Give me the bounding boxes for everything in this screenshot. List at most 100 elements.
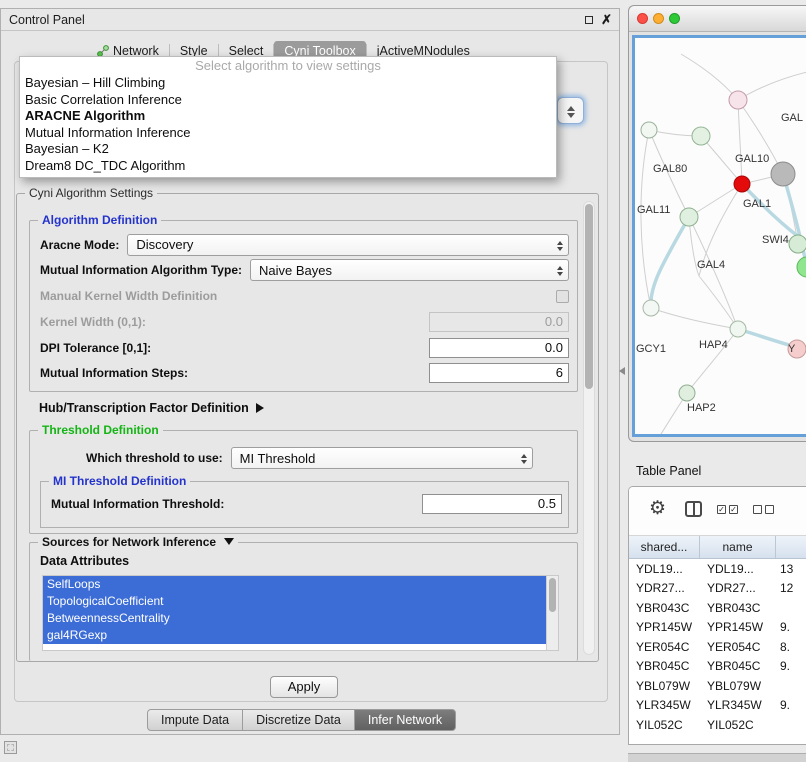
cell: YER054C	[629, 640, 700, 654]
dropdown-option[interactable]: Mutual Information Inference	[20, 125, 556, 142]
network-edge[interactable]	[681, 54, 738, 100]
dropdown-option[interactable]: Bayesian – K2	[20, 141, 556, 158]
network-node[interactable]	[692, 127, 710, 145]
mi-type-select[interactable]: Naive Bayes	[250, 259, 569, 281]
tab-impute-data[interactable]: Impute Data	[147, 709, 243, 731]
bottom-panel-strip	[628, 753, 806, 762]
network-edge[interactable]	[738, 72, 806, 100]
network-edge[interactable]	[641, 130, 651, 308]
network-node[interactable]	[641, 122, 657, 138]
mi-steps-field[interactable]: 6	[429, 363, 569, 383]
which-threshold-label: Which threshold to use:	[86, 451, 223, 465]
dpi-tolerance-field[interactable]: 0.0	[429, 338, 569, 358]
network-edge[interactable]	[651, 217, 689, 308]
network-edge[interactable]	[651, 308, 738, 329]
network-edge[interactable]	[647, 393, 687, 437]
float-window-icon[interactable]	[585, 16, 593, 24]
tab-discretize-data[interactable]: Discretize Data	[242, 709, 355, 731]
gear-icon[interactable]: ⚙	[649, 497, 666, 520]
network-edge[interactable]	[699, 276, 738, 329]
settings-scrollbar[interactable]	[583, 201, 595, 655]
network-canvas[interactable]: GAL80 GAL10 GAL11 GAL1 SWI4 GAL4 GCY1 HA…	[632, 35, 806, 437]
dropdown-option[interactable]: Basic Correlation Inference	[20, 92, 556, 109]
column-header-name[interactable]: name	[700, 536, 776, 558]
manual-kernel-checkbox[interactable]	[556, 290, 569, 303]
network-window-titlebar[interactable]	[629, 6, 806, 32]
data-attributes-list[interactable]: SelfLoops TopologicalCoefficient Between…	[42, 575, 559, 651]
node-label: HAP2	[687, 402, 716, 414]
node-label: Y	[788, 343, 796, 355]
list-scrollbar[interactable]	[546, 576, 558, 650]
dropdown-option[interactable]: Bayesian – Hill Climbing	[20, 75, 556, 92]
network-edge[interactable]	[689, 217, 738, 329]
table-row[interactable]: YDL19...YDL19...13	[629, 559, 806, 579]
select-all-checkboxes-icon[interactable]: ✓ ✓	[717, 505, 738, 514]
table-row[interactable]: YIL052CYIL052C	[629, 715, 806, 735]
apply-button[interactable]: Apply	[270, 676, 338, 698]
dropdown-option[interactable]: Dream8 DC_TDC Algorithm	[20, 158, 556, 175]
table-row[interactable]: YLR345WYLR345W9.	[629, 696, 806, 716]
node-label: HAP4	[699, 339, 728, 351]
table-row[interactable]: YBR045CYBR045C9.	[629, 657, 806, 677]
table-panel-title: Table Panel	[636, 464, 701, 478]
network-edge[interactable]	[738, 100, 742, 184]
list-item[interactable]: BetweennessCentrality	[43, 610, 546, 627]
network-node[interactable]	[789, 235, 806, 253]
list-item[interactable]: TopologicalCoefficient	[43, 593, 546, 610]
network-node[interactable]	[643, 300, 659, 316]
columns-icon[interactable]	[685, 501, 702, 517]
cell: YDR27...	[700, 581, 776, 595]
table-row[interactable]: YPR145WYPR145W9.	[629, 618, 806, 638]
network-node-red[interactable]	[734, 176, 750, 192]
dropdown-option-aracne[interactable]: ARACNE Algorithm	[20, 108, 556, 125]
cell: YPR145W	[700, 620, 776, 634]
control-panel-titlebar[interactable]: Control Panel ✗	[1, 9, 619, 31]
close-window-icon[interactable]: ✗	[601, 12, 612, 28]
sources-title: Sources for Network Inference	[42, 535, 216, 549]
scrollbar-thumb[interactable]	[585, 204, 593, 389]
group-title: MI Threshold Definition	[49, 474, 190, 488]
network-node[interactable]	[797, 257, 806, 277]
bottom-tabs: Impute Data Discretize Data Infer Networ…	[147, 709, 456, 731]
network-node[interactable]	[730, 321, 746, 337]
sources-toggle[interactable]: Sources for Network Inference	[38, 535, 238, 550]
group-title: Cyni Algorithm Settings	[25, 186, 157, 200]
close-traffic-light[interactable]	[637, 13, 648, 24]
table-row[interactable]: YBR043CYBR043C	[629, 598, 806, 618]
kernel-width-field[interactable]: 0.0	[429, 312, 569, 332]
list-item[interactable]: SelfLoops	[43, 576, 546, 593]
arrow-down-icon	[567, 113, 575, 122]
aracne-mode-select[interactable]: Discovery	[127, 234, 569, 256]
column-header-extra[interactable]	[776, 536, 806, 558]
list-item[interactable]: gal4RGexp	[43, 627, 546, 644]
node-label: GAL	[781, 112, 803, 124]
network-node[interactable]	[729, 91, 747, 109]
minimized-panel-icon[interactable]	[4, 741, 17, 754]
collapse-arrow-icon	[224, 538, 234, 550]
splitter-collapse-arrow[interactable]	[615, 367, 625, 375]
scrollbar-thumb[interactable]	[549, 578, 556, 612]
mi-threshold-field[interactable]: 0.5	[422, 494, 562, 514]
network-view-window: GAL80 GAL10 GAL11 GAL1 SWI4 GAL4 GCY1 HA…	[628, 5, 806, 442]
table-panel-toolbar: ⚙ ✓ ✓	[629, 487, 806, 536]
table-row[interactable]: YDR27...YDR27...12	[629, 579, 806, 599]
aracne-mode-row: Aracne Mode: Discovery	[40, 233, 569, 256]
tab-infer-network[interactable]: Infer Network	[354, 709, 456, 731]
network-graph: GAL80 GAL10 GAL11 GAL1 SWI4 GAL4 GCY1 HA…	[635, 38, 806, 437]
which-threshold-select[interactable]: MI Threshold	[231, 447, 533, 469]
network-edge[interactable]	[783, 174, 806, 268]
minimize-traffic-light[interactable]	[653, 13, 664, 24]
hub-definition-toggle[interactable]: Hub/Transcription Factor Definition	[39, 401, 269, 415]
table-row[interactable]: YBL079WYBL079W	[629, 676, 806, 696]
node-label: GAL80	[653, 163, 687, 175]
threshold-definition-group: Threshold Definition Which threshold to …	[29, 430, 578, 534]
network-node[interactable]	[679, 385, 695, 401]
network-node-gal10[interactable]	[771, 162, 795, 186]
column-header-shared-name[interactable]: shared...	[629, 536, 700, 558]
algorithm-combo-button[interactable]	[557, 97, 584, 124]
zoom-traffic-light[interactable]	[669, 13, 680, 24]
deselect-all-checkboxes-icon[interactable]	[753, 505, 774, 514]
combo-value: Discovery	[136, 237, 193, 252]
network-node[interactable]	[680, 208, 698, 226]
table-row[interactable]: YER054CYER054C8.	[629, 637, 806, 657]
